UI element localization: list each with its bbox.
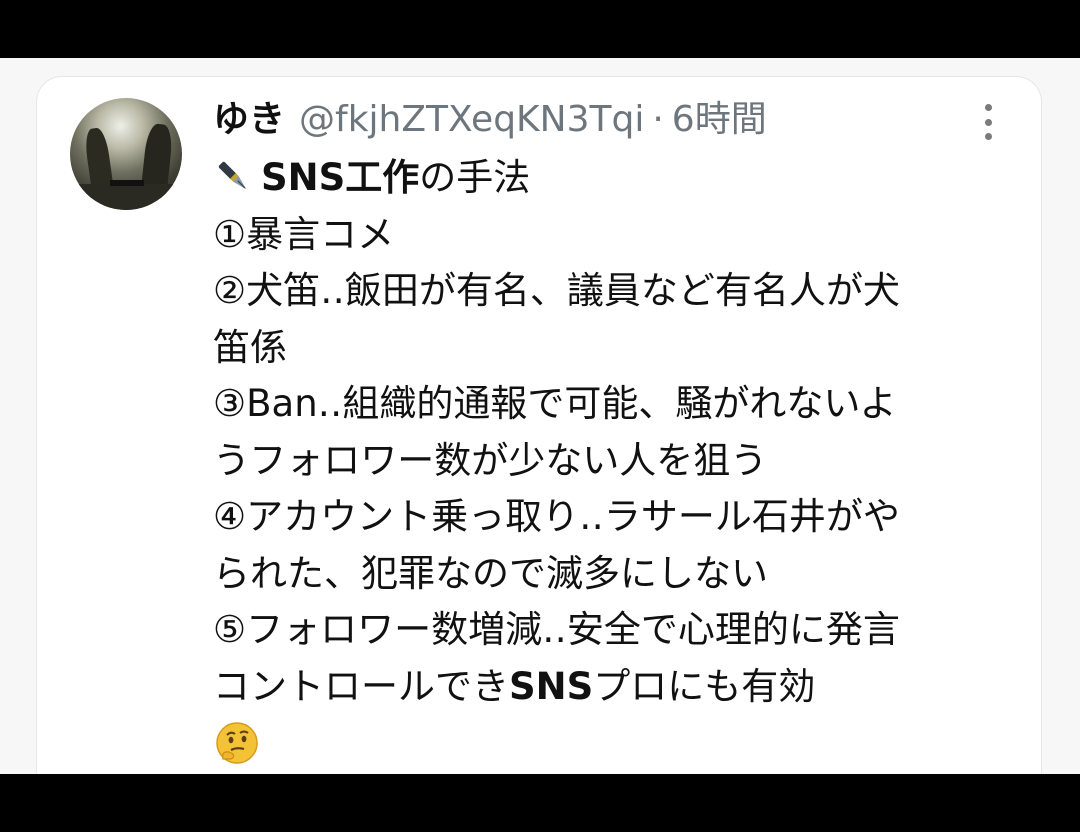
last-line-part-c: プロにも有効 — [593, 664, 816, 708]
more-dot — [984, 104, 992, 111]
tweet-line: ③Ban‥組織的通報で可能、騒がれないよ — [213, 382, 897, 425]
avatar-ground — [70, 184, 182, 210]
display-name[interactable]: ゆき — [213, 96, 285, 144]
tweet-header: ゆき @fkjhZTXeqKN3Tqi · 6時間 — [213, 96, 767, 144]
tweet-line: 笛係 — [213, 325, 287, 369]
title-bold-text: SNS工作 — [261, 156, 420, 199]
tweet-line: うフォロワー数が少ない人を狙う — [213, 438, 768, 482]
user-handle[interactable]: @fkjhZTXeqKN3Tqi — [299, 96, 644, 144]
tweet-line: ⑤フォロワー数増減‥安全で心理的に発言 — [213, 608, 900, 651]
separator-dot: · — [652, 99, 664, 140]
fountain-pen-icon — [218, 162, 247, 190]
tweet-body: SNS工作 の手法 ①暴言コメ ②犬笛‥飯田が有名、議員など有名人が犬 笛係 ③B… — [213, 150, 1013, 772]
emoji-line — [213, 715, 1013, 772]
last-line-part-b: SNS — [509, 664, 594, 708]
tweet-last-line: コントロールできSNSプロにも有効 — [213, 659, 1013, 716]
more-dot — [984, 118, 992, 126]
tweet-title: SNS工作 の手法 — [213, 150, 1013, 207]
avatar-bench — [110, 180, 144, 186]
avatar[interactable] — [70, 98, 182, 210]
last-line-part-a: コントロールでき — [213, 664, 509, 708]
thinking-face-icon — [216, 722, 258, 764]
tweet-line: られた、犯罪なので滅多にしない — [213, 551, 768, 595]
top-letterbox — [0, 0, 1080, 58]
more-dot — [984, 133, 992, 140]
more-options-icon[interactable] — [978, 102, 998, 142]
tweet-line: ①暴言コメ — [213, 212, 395, 256]
tweet-line: ④アカウント乗っ取り‥ラサール石井がや — [213, 495, 900, 538]
bottom-letterbox — [0, 774, 1080, 832]
timestamp[interactable]: 6時間 — [672, 96, 767, 144]
tweet-line: ②犬笛‥飯田が有名、議員など有名人が犬 — [213, 269, 900, 312]
title-rest-text: の手法 — [419, 156, 531, 199]
